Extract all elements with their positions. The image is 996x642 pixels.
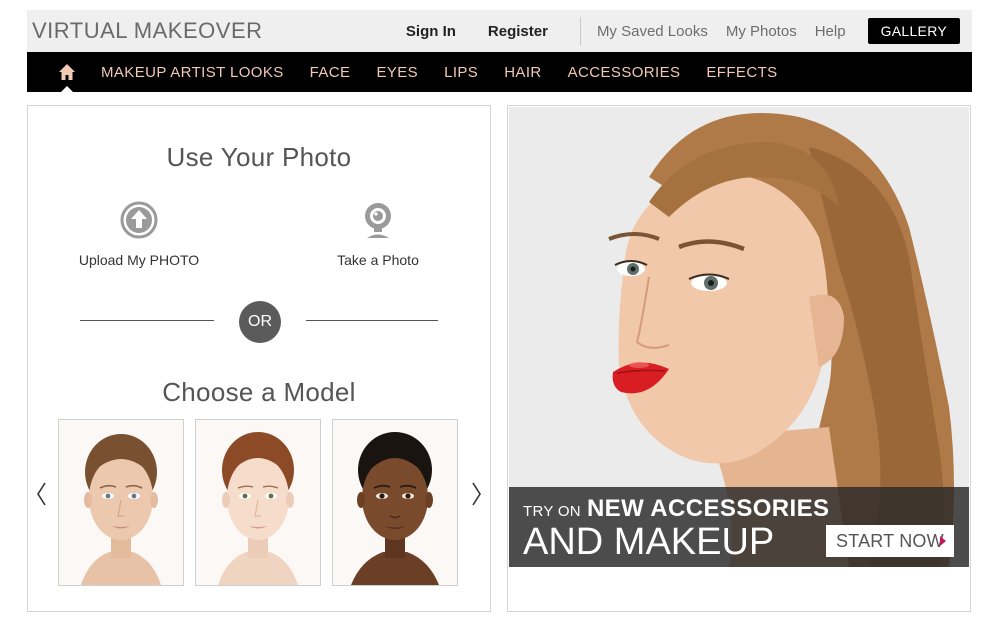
- start-now-button[interactable]: START NOW: [826, 525, 954, 557]
- model-card-3[interactable]: [332, 419, 458, 586]
- main-nav: MAKEUP ARTIST LOOKS FACE EYES LIPS HAIR …: [27, 52, 972, 92]
- nav-face[interactable]: FACE: [310, 64, 351, 81]
- upload-photo-option[interactable]: Upload My PHOTO: [59, 201, 219, 268]
- chevron-right-icon[interactable]: [470, 480, 484, 508]
- divider-line-right: [306, 320, 438, 321]
- promo-try-on: TRY ON: [523, 503, 581, 520]
- photo-source-panel: Use Your Photo Upload My PHOTO Take a Ph…: [27, 105, 491, 612]
- use-your-photo-heading: Use Your Photo: [166, 142, 352, 172]
- nav-makeup-artist-looks[interactable]: MAKEUP ARTIST LOOKS: [101, 64, 284, 81]
- upload-icon[interactable]: [120, 201, 158, 239]
- home-icon[interactable]: [57, 62, 77, 82]
- model-card-1[interactable]: [58, 419, 184, 586]
- start-now-label[interactable]: START NOW: [836, 531, 944, 551]
- model-portrait-2[interactable]: [196, 420, 320, 585]
- my-photos-link[interactable]: My Photos: [726, 23, 797, 40]
- register-link[interactable]: Register: [488, 23, 548, 40]
- sign-in-link[interactable]: Sign In: [406, 23, 456, 40]
- promo-banner: TRY ON NEW ACCESSORIES AND MAKEUP START N…: [509, 487, 969, 567]
- nav-effects[interactable]: EFFECTS: [706, 64, 777, 81]
- nav-lips[interactable]: LIPS: [444, 64, 478, 81]
- model-card-2[interactable]: [195, 419, 321, 586]
- top-links: Sign In Register My Saved Looks My Photo…: [374, 17, 960, 45]
- promo-panel: TRY ON NEW ACCESSORIES AND MAKEUP START N…: [507, 105, 971, 612]
- nav-eyes[interactable]: EYES: [376, 64, 418, 81]
- promo-subline: AND MAKEUP: [523, 521, 775, 563]
- hero-image[interactable]: TRY ON NEW ACCESSORIES AND MAKEUP START N…: [509, 107, 969, 567]
- active-indicator: [61, 86, 73, 92]
- nav-hair[interactable]: HAIR: [504, 64, 541, 81]
- play-arrow-icon: [940, 536, 946, 546]
- model-portrait-3[interactable]: [333, 420, 457, 585]
- or-badge: OR: [239, 301, 281, 343]
- help-link[interactable]: Help: [815, 23, 846, 40]
- model-portrait-1[interactable]: [59, 420, 183, 585]
- divider-line-left: [80, 320, 214, 321]
- nav-accessories[interactable]: ACCESSORIES: [568, 64, 681, 81]
- brand-title[interactable]: VIRTUAL MAKEOVER: [32, 18, 263, 44]
- chevron-left-icon[interactable]: [34, 480, 48, 508]
- promo-line-1: TRY ON NEW ACCESSORIES: [523, 495, 829, 523]
- choose-model-heading: Choose a Model: [162, 377, 356, 407]
- take-photo-option[interactable]: Take a Photo: [298, 201, 458, 268]
- take-photo-label[interactable]: Take a Photo: [298, 252, 458, 268]
- top-bar: VIRTUAL MAKEOVER Sign In Register My Sav…: [27, 10, 972, 52]
- my-saved-looks-link[interactable]: My Saved Looks: [597, 23, 708, 40]
- promo-headline: NEW ACCESSORIES: [586, 495, 830, 522]
- divider: [579, 17, 581, 45]
- webcam-icon[interactable]: [359, 201, 397, 239]
- upload-photo-label[interactable]: Upload My PHOTO: [59, 252, 219, 268]
- gallery-button[interactable]: GALLERY: [867, 18, 960, 44]
